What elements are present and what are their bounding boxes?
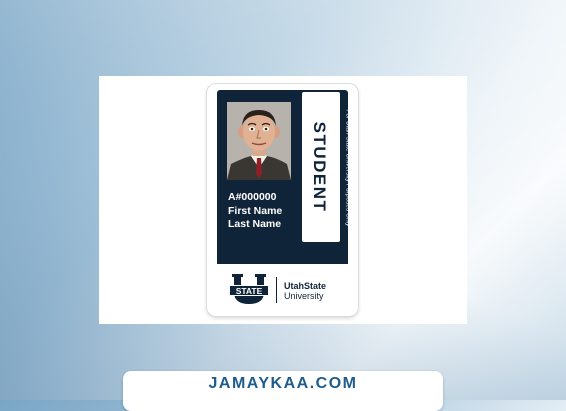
university-name-line2: University: [284, 291, 324, 301]
student-details: A#000000 First Name Last Name: [228, 191, 282, 232]
university-logo: STATE UtahState University: [229, 274, 341, 308]
logo-divider: [276, 277, 277, 303]
block-u-icon: STATE: [229, 274, 269, 304]
student-id-card: A#000000 First Name Last Name STUDENT Fo…: [207, 84, 358, 316]
site-link-button[interactable]: JAMAYKAA.COM: [123, 371, 443, 411]
last-name: Last Name: [228, 218, 282, 230]
student-label: STUDENT: [310, 121, 329, 213]
first-name: First Name: [228, 204, 283, 217]
university-name: UtahState University: [284, 281, 326, 301]
id-number: A#000000: [228, 191, 277, 203]
card-navy-panel: A#000000 First Name Last Name STUDENT Fo…: [217, 90, 352, 264]
logo-state-text: STATE: [236, 286, 263, 296]
student-photo: [227, 102, 291, 180]
purpose-note: For Utah State University Purposes Only: [344, 109, 352, 227]
university-name-line1: UtahState: [284, 281, 327, 291]
site-link-label: JAMAYKAA.COM: [208, 375, 358, 392]
